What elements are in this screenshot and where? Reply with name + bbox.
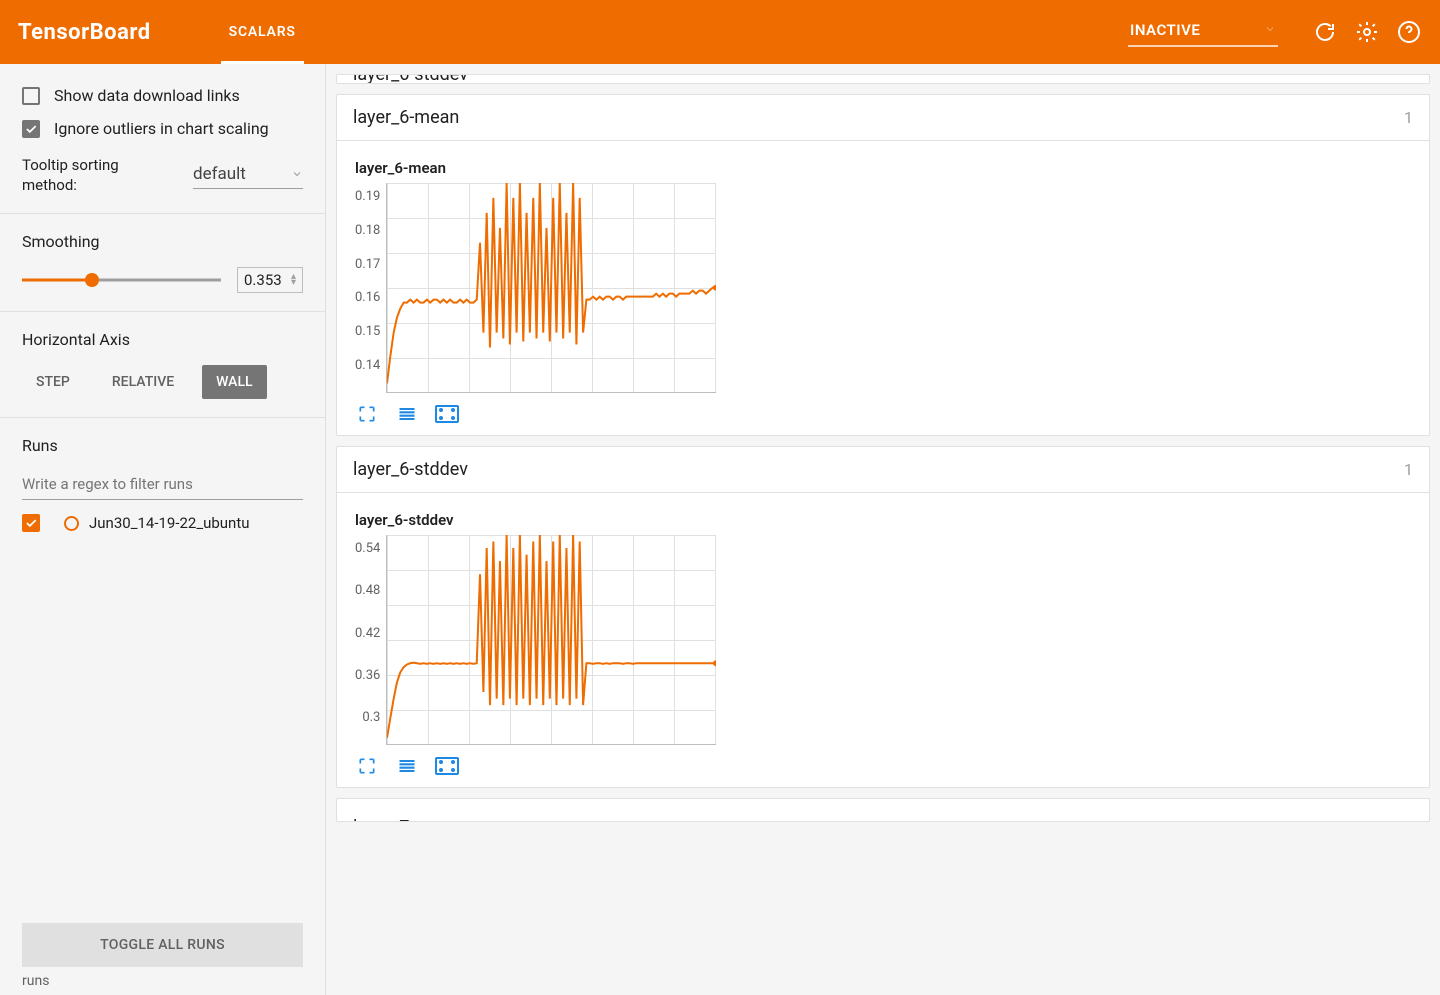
card-header[interactable]: layer_7-mean 1 <box>337 799 1429 821</box>
tooltip-sort-value: default <box>193 164 246 184</box>
tooltip-sort-select[interactable]: default <box>193 162 303 189</box>
header-tabs: SCALARS <box>221 0 304 64</box>
card-count: 1 <box>1404 460 1413 479</box>
stepper-icon: ▴▾ <box>291 274 296 286</box>
brand-logo: TensorBoard <box>18 20 151 45</box>
toggle-all-runs-button[interactable]: TOGGLE ALL RUNS <box>22 923 303 967</box>
smoothing-value: 0.353 <box>244 271 282 289</box>
inactive-dropdown[interactable]: INACTIVE <box>1128 17 1278 47</box>
chevron-down-icon <box>1264 21 1276 39</box>
axis-label: Horizontal Axis <box>22 330 303 349</box>
chevron-down-icon <box>291 165 303 184</box>
smoothing-label: Smoothing <box>22 232 303 251</box>
card-prev-sliver: layer_6-stddev <box>336 74 1430 84</box>
axis-wall-button[interactable]: WALL <box>202 365 266 399</box>
chart-plot[interactable] <box>386 183 716 393</box>
help-icon[interactable] <box>1396 19 1422 45</box>
card-title: layer_6-stddev <box>353 459 468 480</box>
fit-domain-icon[interactable] <box>435 403 459 425</box>
runs-filter-input[interactable] <box>22 471 303 500</box>
runs-label: Runs <box>22 436 303 455</box>
axis-relative-button[interactable]: RELATIVE <box>98 365 188 399</box>
log-scale-icon[interactable] <box>395 755 419 777</box>
card-count: 1 <box>1404 108 1413 127</box>
checkbox-show-download[interactable]: Show data download links <box>22 86 303 105</box>
chart-actions <box>355 403 1411 425</box>
smoothing-slider[interactable] <box>22 270 221 290</box>
main-content: layer_6-stddev layer_6-mean 1 layer_6-me… <box>326 64 1440 995</box>
card-header[interactable]: layer_6-stddev 1 <box>337 447 1429 493</box>
chart-plot[interactable] <box>386 535 716 745</box>
tab-scalars[interactable]: SCALARS <box>221 0 304 64</box>
checkbox-ignore-outliers[interactable]: Ignore outliers in chart scaling <box>22 119 303 138</box>
refresh-icon[interactable] <box>1312 19 1338 45</box>
card-title: layer_6-mean <box>353 107 459 128</box>
fit-domain-icon[interactable] <box>435 755 459 777</box>
axis-toggle-group: STEP RELATIVE WALL <box>22 365 303 399</box>
chart-card: layer_6-mean 1 layer_6-mean 0.190.180.17… <box>336 94 1430 436</box>
chart-yaxis: 0.190.180.170.160.150.14 <box>355 183 386 393</box>
tooltip-sort-label: Tooltip sorting method: <box>22 156 119 195</box>
chart-yaxis: 0.540.480.420.360.3 <box>355 535 386 745</box>
runs-footer-label: runs <box>0 973 325 995</box>
run-name: Jun30_14-19-22_ubuntu <box>89 514 250 532</box>
checkbox-checked-icon <box>22 514 40 532</box>
chart-actions <box>355 755 1411 777</box>
checkbox-label: Show data download links <box>54 86 240 105</box>
card-title-partial: layer_6-stddev <box>353 74 468 84</box>
log-scale-icon[interactable] <box>395 403 419 425</box>
card-count: 1 <box>1404 817 1413 821</box>
app-header: TensorBoard SCALARS INACTIVE <box>0 0 1440 64</box>
card-header[interactable]: layer_6-mean 1 <box>337 95 1429 141</box>
card-title: layer_7-mean <box>353 817 459 821</box>
run-item[interactable]: Jun30_14-19-22_ubuntu <box>22 514 303 532</box>
checkbox-label: Ignore outliers in chart scaling <box>54 119 269 138</box>
chart-card-collapsed: layer_7-mean 1 <box>336 798 1430 822</box>
sidebar: Show data download links Ignore outliers… <box>0 64 326 995</box>
gear-icon[interactable] <box>1354 19 1380 45</box>
axis-step-button[interactable]: STEP <box>22 365 84 399</box>
smoothing-input[interactable]: 0.353 ▴▾ <box>237 267 303 293</box>
expand-icon[interactable] <box>355 755 379 777</box>
checkbox-checked-icon <box>22 120 40 138</box>
expand-icon[interactable] <box>355 403 379 425</box>
inactive-dropdown-label: INACTIVE <box>1130 21 1200 39</box>
chart-subtitle: layer_6-stddev <box>355 511 1411 529</box>
chart-card: layer_6-stddev 1 layer_6-stddev 0.540.48… <box>336 446 1430 788</box>
checkbox-icon <box>22 87 40 105</box>
run-color-icon <box>64 516 79 531</box>
chart-subtitle: layer_6-mean <box>355 159 1411 177</box>
